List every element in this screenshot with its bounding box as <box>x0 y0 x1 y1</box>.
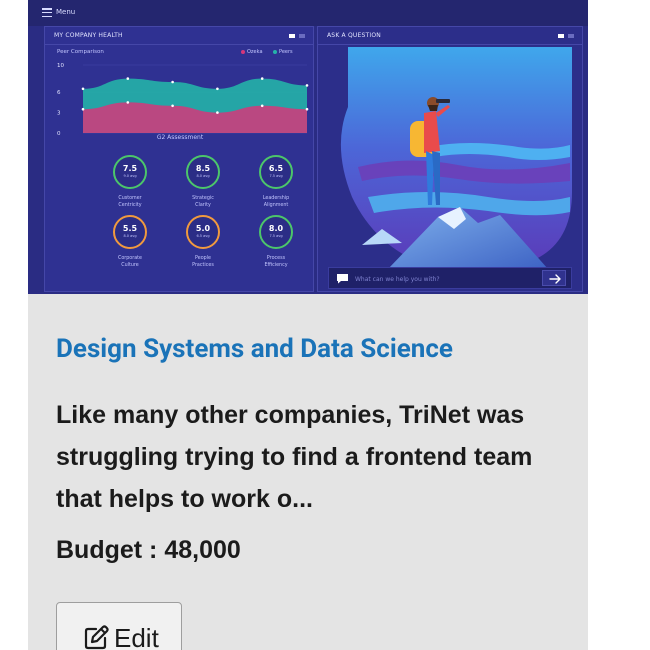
metric-customer-centricity: 7.5 9.0 avg Customer Centricity <box>100 155 160 209</box>
dashboard-topbar: Menu <box>28 0 588 26</box>
data-point-peers <box>260 77 264 80</box>
panel-title: ASK A QUESTION <box>327 32 381 39</box>
panel-header: MY COMPANY HEALTH <box>45 27 313 45</box>
menu-label: Menu <box>56 8 76 16</box>
hamburger-menu-icon <box>42 8 52 18</box>
score-ring: 7.5 9.0 avg <box>113 155 147 189</box>
post-card: Menu MY COMPANY HEALTH Peer Comparison O… <box>28 0 588 650</box>
edit-button[interactable]: Edit <box>56 602 182 650</box>
arrow-right-icon <box>549 274 561 284</box>
window-control-icon <box>558 34 564 38</box>
window-control-icon <box>299 34 305 38</box>
legend-item-ozeka: Ozeka <box>241 49 263 55</box>
score-ring: 8.5 8.0 avg <box>186 155 220 189</box>
metric-people-practices: 5.0 6.5 avg People Practices <box>173 215 233 269</box>
edit-button-label: Edit <box>114 623 159 650</box>
chat-bubble-icon <box>337 274 348 284</box>
data-point-ozeka <box>260 104 264 108</box>
peer-comparison-chart: 03610FebMarAprMayJunJul <box>57 63 309 137</box>
data-point-peers <box>216 87 219 91</box>
data-point-peers <box>305 84 309 87</box>
edit-icon <box>84 625 109 650</box>
assessment-title: G2 Assessment <box>156 134 204 141</box>
score-ring: 8.0 7.5 avg <box>259 215 293 249</box>
score-ring: 5.5 8.0 avg <box>113 215 147 249</box>
post-budget: Budget : 48,000 <box>56 536 241 564</box>
post-hero-image: Menu MY COMPANY HEALTH Peer Comparison O… <box>28 0 588 294</box>
data-point-ozeka <box>81 107 85 111</box>
data-point-ozeka <box>171 104 174 108</box>
data-point-ozeka <box>305 107 309 111</box>
panel-title: MY COMPANY HEALTH <box>54 32 123 39</box>
y-tick-label: 10 <box>57 63 64 69</box>
metric-corporate-culture: 5.5 8.0 avg Corporate Culture <box>100 215 160 269</box>
score-ring: 5.0 6.5 avg <box>186 215 220 249</box>
chart-title: Peer Comparison <box>57 49 104 55</box>
y-tick-label: 3 <box>57 111 61 117</box>
hiker-illustration <box>340 47 572 267</box>
metric-strategic-clarity: 8.5 8.0 avg Strategic Clarity <box>173 155 233 209</box>
legend-item-peers: Peers <box>273 49 293 55</box>
window-control-icon <box>289 34 295 38</box>
data-point-ozeka <box>126 101 130 104</box>
post-excerpt: Like many other companies, TriNet was st… <box>56 401 533 513</box>
score-ring: 6.5 7.5 avg <box>259 155 293 189</box>
question-bar <box>328 267 572 289</box>
post-title-link[interactable]: Design Systems and Data Science <box>56 334 453 364</box>
data-point-peers <box>126 77 130 80</box>
data-point-ozeka <box>216 111 219 114</box>
company-health-panel: MY COMPANY HEALTH Peer Comparison Ozeka … <box>44 26 314 292</box>
data-point-peers <box>81 87 85 91</box>
ask-question-panel: ASK A QUESTION <box>317 26 583 292</box>
question-input[interactable] <box>355 271 535 287</box>
send-question-button[interactable] <box>542 270 566 286</box>
data-point-peers <box>171 80 174 84</box>
panel-header: ASK A QUESTION <box>318 27 582 45</box>
window-control-icon <box>568 34 574 38</box>
y-tick-label: 6 <box>57 90 61 96</box>
metric-leadership-alignment: 6.5 7.5 avg Leadership Alignment <box>246 155 306 209</box>
metric-process-efficiency: 8.0 7.5 avg Process Efficiency <box>246 215 306 269</box>
